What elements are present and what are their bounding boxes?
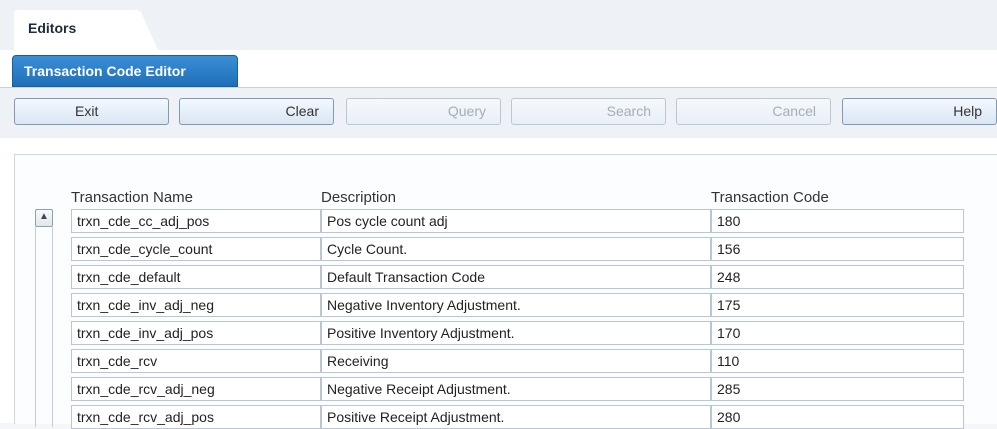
transaction-name-cell[interactable]: trxn_cde_default xyxy=(71,265,321,289)
description-cell[interactable]: Negative Receipt Adjustment. xyxy=(321,377,711,401)
transaction-name-cell[interactable]: trxn_cde_inv_adj_neg xyxy=(71,293,321,317)
description-cell[interactable]: Default Transaction Code xyxy=(321,265,711,289)
search-button[interactable]: Search xyxy=(511,98,666,125)
transaction-code-cell[interactable]: 156 xyxy=(711,237,964,261)
transaction-name-cell[interactable]: trxn_cde_rcv_adj_neg xyxy=(71,377,321,401)
help-button[interactable]: Help xyxy=(842,98,997,125)
transaction-code-cell[interactable]: 175 xyxy=(711,293,964,317)
tab-editors-label: Editors xyxy=(28,20,77,36)
editor-tab-label: Transaction Code Editor xyxy=(24,63,186,79)
transaction-code-cell[interactable]: 285 xyxy=(711,377,964,401)
transaction-name-cell[interactable]: trxn_cde_rcv_adj_pos xyxy=(71,405,321,429)
transaction-code-cell[interactable]: 248 xyxy=(711,265,964,289)
toolbar: Exit Clear Query Search Cancel Help xyxy=(0,87,997,138)
description-cell[interactable]: Positive Receipt Adjustment. xyxy=(321,405,711,429)
description-cell[interactable]: Receiving xyxy=(321,349,711,373)
transaction-code-cell[interactable]: 180 xyxy=(711,209,964,233)
transaction-name-cell[interactable]: trxn_cde_cycle_count xyxy=(71,237,321,261)
column-header-description: Description xyxy=(321,189,397,206)
description-cell[interactable]: Cycle Count. xyxy=(321,237,711,261)
exit-button[interactable]: Exit xyxy=(14,98,169,125)
transaction-code-cell[interactable]: 280 xyxy=(711,405,964,429)
cancel-button[interactable]: Cancel xyxy=(676,98,831,125)
transaction-name-cell[interactable]: trxn_cde_rcv xyxy=(71,349,321,373)
transaction-grid: ▲ Transaction Name Description Transacti… xyxy=(14,154,997,429)
description-cell[interactable]: Pos cycle count adj xyxy=(321,209,711,233)
arrow-up-icon[interactable]: ▲ xyxy=(35,209,53,227)
clear-button[interactable]: Clear xyxy=(179,98,334,125)
editor-panel: Transaction Code Editor Exit Clear Query… xyxy=(0,50,997,429)
transaction-code-cell[interactable]: 170 xyxy=(711,321,964,345)
description-cell[interactable]: Positive Inventory Adjustment. xyxy=(321,321,711,345)
tab-editors[interactable]: Editors xyxy=(14,10,158,50)
description-cell[interactable]: Negative Inventory Adjustment. xyxy=(321,293,711,317)
query-button[interactable]: Query xyxy=(346,98,501,125)
column-header-transaction-name: Transaction Name xyxy=(71,189,193,206)
column-header-transaction-code: Transaction Code xyxy=(711,189,829,206)
transaction-name-cell[interactable]: trxn_cde_cc_adj_pos xyxy=(71,209,321,233)
transaction-name-cell[interactable]: trxn_cde_inv_adj_pos xyxy=(71,321,321,345)
top-tab-bar: Editors xyxy=(0,0,997,50)
transaction-code-cell[interactable]: 110 xyxy=(711,349,964,373)
tab-transaction-code-editor[interactable]: Transaction Code Editor xyxy=(12,55,238,87)
grid-scrollbar[interactable] xyxy=(35,227,53,427)
